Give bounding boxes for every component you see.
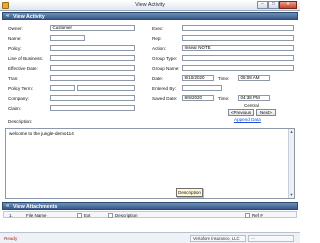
policy-field[interactable]	[50, 45, 135, 51]
name-label: Name:	[8, 36, 22, 41]
append-data-link[interactable]: Append Data	[234, 117, 261, 122]
section-title: View Activity	[13, 13, 45, 20]
section-title: View Attachments	[13, 203, 58, 210]
close-button[interactable]: ×	[279, 1, 297, 9]
company-field[interactable]	[50, 95, 135, 101]
attachment-row: 1. File Name Ext Description Ref #	[3, 211, 297, 218]
saved-date-label: Saved Date:	[152, 96, 178, 101]
line-of-business-field[interactable]	[50, 55, 135, 61]
scroll-up-icon[interactable]: ▲	[289, 129, 294, 135]
ref-header[interactable]: Ref #	[252, 213, 263, 218]
action-field[interactable]: Insear NOTE	[182, 45, 294, 51]
previous-button[interactable]: <Previous	[228, 109, 254, 116]
window-titlebar: View Activity – □ ×	[0, 0, 300, 11]
action-label: Action:	[152, 46, 167, 51]
view-activity-header[interactable]: « View Activity	[2, 12, 298, 20]
name-field[interactable]	[50, 35, 85, 41]
central-label: Central	[244, 103, 259, 108]
tran-field[interactable]	[50, 75, 135, 81]
date-label: Date:	[152, 76, 163, 81]
owner-label: Owner:	[8, 26, 23, 31]
saved-time-label: Time:	[218, 96, 230, 101]
policy-label: Policy:	[8, 46, 22, 51]
description-checkbox[interactable]	[108, 212, 113, 218]
saved-date-field[interactable]: 8/9/2020	[182, 95, 214, 101]
scroll-down-icon[interactable]: ▼	[289, 192, 294, 198]
description-scrollbar[interactable]: ▲ ▼	[288, 129, 294, 198]
policy-term-end-field[interactable]	[77, 85, 135, 91]
status-company: Vertafore Insurance, LLC	[190, 235, 246, 242]
description-textarea[interactable]: welcome to the jungle-demo114 ▲ ▼	[5, 128, 295, 199]
group-name-field[interactable]	[182, 65, 294, 71]
minimize-button[interactable]: –	[257, 1, 268, 9]
group-name-label: Group Name:	[152, 66, 180, 71]
saved-time-field[interactable]: 04:38 PM	[238, 95, 270, 101]
policy-term-start-field[interactable]	[50, 85, 75, 91]
claim-label: Claim:	[8, 106, 22, 111]
attachment-index: 1.	[9, 212, 13, 218]
status-ready: Ready	[4, 236, 18, 241]
collapse-chevron-icon[interactable]: «	[6, 203, 9, 209]
group-type-field[interactable]	[182, 55, 294, 61]
policy-term-label: Policy Term:	[8, 86, 33, 91]
description-header[interactable]: Description	[115, 213, 138, 218]
maximize-button[interactable]: □	[268, 1, 279, 9]
next-button[interactable]: Next>	[256, 109, 276, 116]
ref-checkbox[interactable]	[245, 212, 250, 218]
company-label: Company:	[8, 96, 29, 101]
file-name-header[interactable]: File Name	[26, 213, 47, 218]
description-text: welcome to the jungle-demo114	[9, 131, 74, 136]
view-attachments-header[interactable]: « View Attachments	[2, 202, 298, 210]
window-title: View Activity	[135, 2, 165, 8]
time-label: Time:	[218, 76, 230, 81]
rep-field[interactable]	[182, 35, 294, 41]
date-field[interactable]: 8/10/2020	[182, 75, 214, 81]
effective-date-label: Effective Date:	[8, 66, 38, 71]
tran-label: Tran:	[8, 76, 19, 81]
description-label: Description:	[8, 119, 33, 124]
owner-field[interactable]: Customer	[50, 25, 135, 31]
exec-field[interactable]	[182, 25, 294, 31]
line-of-business-label: Line of Business:	[8, 56, 43, 61]
group-type-label: Group Type:	[152, 56, 178, 61]
time-field[interactable]: 05:08 AM	[238, 75, 270, 81]
ext-checkbox[interactable]	[77, 212, 82, 218]
entered-by-label: Entered By:	[152, 86, 177, 91]
rep-label: Rep:	[152, 36, 162, 41]
description-tooltip: Description	[176, 188, 203, 197]
exec-label: Exec:	[152, 26, 164, 31]
status-extra: —	[248, 235, 294, 242]
ext-header[interactable]: Ext	[84, 213, 91, 218]
status-bar: Ready Vertafore Insurance, LLC —	[0, 232, 300, 243]
effective-date-field[interactable]	[50, 65, 135, 71]
entered-by-field[interactable]	[182, 85, 222, 91]
collapse-chevron-icon[interactable]: «	[6, 13, 9, 19]
claim-field[interactable]	[50, 105, 135, 111]
